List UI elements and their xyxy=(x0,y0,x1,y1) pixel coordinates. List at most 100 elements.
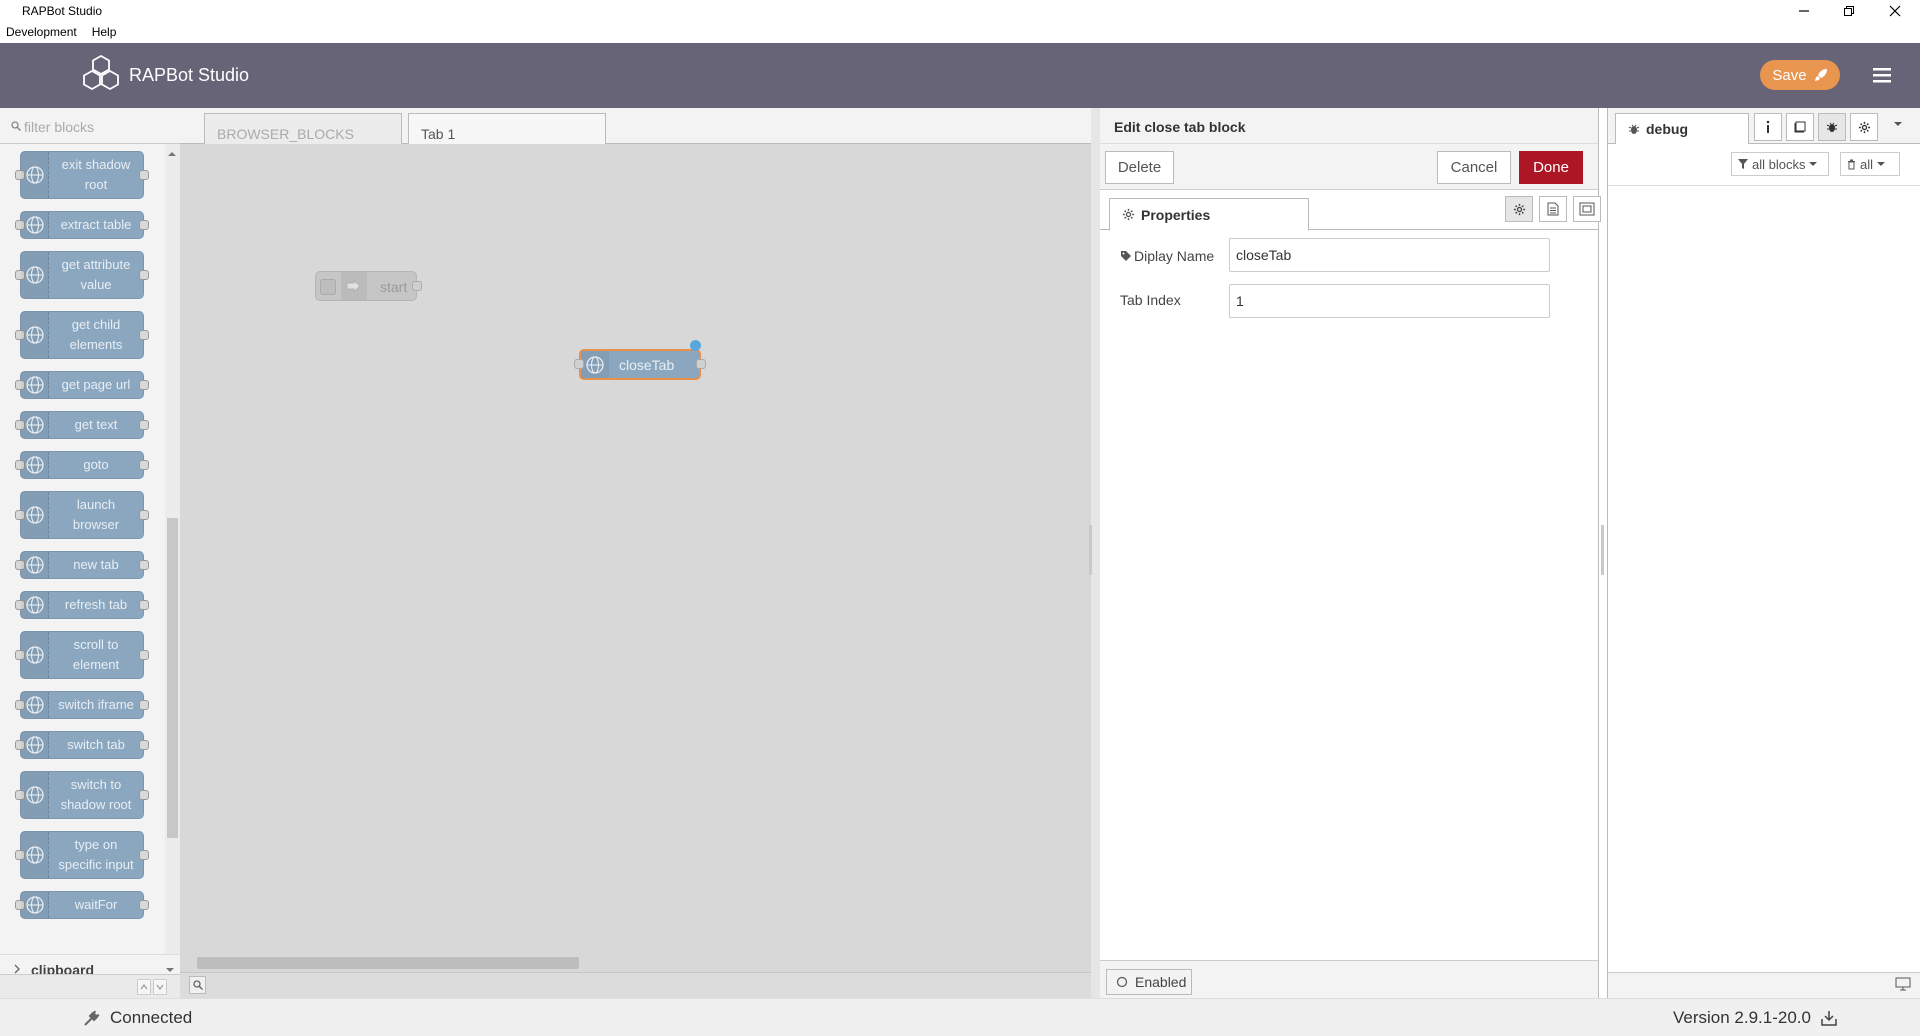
palette-node-label: refresh tab xyxy=(64,597,128,612)
sidebar-resize-handle[interactable] xyxy=(1601,525,1604,575)
menu-help[interactable]: Help xyxy=(92,25,117,39)
window-titlebar: RAPBot Studio Development Help xyxy=(0,0,1920,43)
tab-browser-blocks[interactable]: BROWSER_BLOCKS xyxy=(204,113,402,145)
minimize-button[interactable] xyxy=(1781,0,1827,22)
globe-icon xyxy=(25,556,44,574)
search-flows-button[interactable] xyxy=(189,976,206,994)
tab-label: BROWSER_BLOCKS xyxy=(217,126,354,142)
palette-node-get-page-url[interactable]: get page url xyxy=(15,371,149,399)
palette-filter[interactable]: filter blocks xyxy=(0,108,180,144)
tab-label: Tab 1 xyxy=(421,126,456,142)
palette-node-get-child-elements[interactable]: get child elements xyxy=(15,311,149,359)
editor-resize-handle[interactable] xyxy=(1089,525,1092,575)
expand-all-button[interactable] xyxy=(153,979,167,995)
caret-down-icon xyxy=(1894,122,1902,126)
tab-index-label: Tab Index xyxy=(1120,292,1181,308)
workspace-footer xyxy=(180,972,1091,998)
inject-trigger-button[interactable] xyxy=(320,279,336,295)
open-debug-window-button[interactable] xyxy=(1895,977,1911,991)
palette-node-switch-to-shadow-root[interactable]: switch to shadow root xyxy=(15,771,149,819)
sidebar-tabs: debug xyxy=(1608,108,1920,145)
output-port[interactable] xyxy=(696,359,706,369)
config-tab-button[interactable] xyxy=(1850,113,1878,141)
input-port[interactable] xyxy=(574,359,584,369)
palette-node-label: get attribute value xyxy=(61,257,131,292)
debug-filter-select[interactable]: all blocks xyxy=(1731,152,1829,176)
trash-icon xyxy=(1848,159,1855,169)
help-tab-button[interactable] xyxy=(1786,113,1814,141)
palette-node-label: switch iframe xyxy=(58,697,134,712)
save-button[interactable]: Save xyxy=(1760,60,1840,90)
flow-node-start[interactable]: start xyxy=(315,271,422,301)
palette-node-label: switch to shadow root xyxy=(60,777,132,812)
settings-tab-button[interactable] xyxy=(1505,196,1533,222)
filter-icon xyxy=(1738,159,1748,169)
palette-node-get-attribute-value[interactable]: get attribute value xyxy=(15,251,149,299)
display-name-label-text: Diplay Name xyxy=(1134,248,1215,264)
sidebar-tabs-dropdown[interactable] xyxy=(1893,120,1903,128)
menu-development[interactable]: Development xyxy=(6,25,77,39)
caret-down-icon xyxy=(1877,162,1886,166)
description-tab-button[interactable] xyxy=(1539,196,1567,222)
search-icon xyxy=(192,980,203,990)
delete-button[interactable]: Delete xyxy=(1105,151,1174,184)
palette-list: exit shadow root extract table get attri… xyxy=(0,144,165,954)
info-tab-button[interactable] xyxy=(1754,113,1782,141)
palette-node-type-on-specific-input[interactable]: type on specific input xyxy=(15,831,149,879)
sidebar: debug all blocks all xyxy=(1607,108,1920,998)
appearance-tab-button[interactable] xyxy=(1573,196,1601,222)
clear-debug-select[interactable]: all xyxy=(1840,152,1900,176)
download-icon[interactable] xyxy=(1820,1009,1838,1027)
done-button[interactable]: Done xyxy=(1519,151,1583,184)
workspace-tab-bar: BROWSER_BLOCKS Tab 1 xyxy=(180,108,1091,145)
save-label: Save xyxy=(1772,66,1807,84)
enabled-toggle[interactable]: Enabled xyxy=(1106,969,1192,995)
globe-icon xyxy=(25,166,44,184)
tab-debug[interactable]: debug xyxy=(1615,113,1749,145)
globe-icon xyxy=(25,596,44,614)
restore-button[interactable] xyxy=(1826,0,1872,22)
scroll-up-icon[interactable] xyxy=(166,150,178,158)
palette-node-goto[interactable]: goto xyxy=(15,451,149,479)
palette-node-get-text[interactable]: get text xyxy=(15,411,149,439)
circle-icon xyxy=(1116,976,1128,988)
editor-title: Edit close tab block xyxy=(1100,108,1598,144)
restore-icon xyxy=(1844,6,1854,16)
palette-node-label: new tab xyxy=(73,557,119,572)
collapse-all-button[interactable] xyxy=(137,979,151,995)
book-icon xyxy=(1794,121,1806,133)
gear-icon xyxy=(1122,208,1135,221)
tab-properties[interactable]: Properties xyxy=(1109,198,1309,231)
palette-node-launch-browser[interactable]: launch browser xyxy=(15,491,149,539)
globe-icon xyxy=(25,216,44,234)
palette-node-switch-iframe[interactable]: switch iframe xyxy=(15,691,149,719)
close-window-button[interactable] xyxy=(1872,0,1918,22)
rocket-icon xyxy=(1814,69,1827,81)
hamburger-icon xyxy=(1873,68,1891,83)
changed-indicator-dot xyxy=(690,340,701,351)
output-port[interactable] xyxy=(412,281,422,291)
globe-icon xyxy=(25,266,44,284)
palette-scroll-thumb[interactable] xyxy=(167,518,178,838)
scroll-down-icon[interactable] xyxy=(165,967,175,973)
palette-node-waitfor[interactable]: waitFor xyxy=(15,891,149,919)
palette-node-label: get text xyxy=(74,417,118,432)
canvas-hscroll-thumb[interactable] xyxy=(197,957,579,969)
palette-node-new-tab[interactable]: new tab xyxy=(15,551,149,579)
cancel-button[interactable]: Cancel xyxy=(1437,151,1511,184)
palette-node-exit-shadow-root[interactable]: exit shadow root xyxy=(15,151,149,199)
palette-node-refresh-tab[interactable]: refresh tab xyxy=(15,591,149,619)
palette-node-scroll-to-element[interactable]: scroll to element xyxy=(15,631,149,679)
palette-node-label: get page url xyxy=(61,377,131,392)
flow-canvas[interactable]: start closeTab xyxy=(180,144,1091,954)
palette-node-switch-tab[interactable]: switch tab xyxy=(15,731,149,759)
filter-placeholder: filter blocks xyxy=(24,119,95,135)
main-menu-button[interactable] xyxy=(1870,62,1894,88)
tab-index-input[interactable] xyxy=(1229,284,1550,318)
display-name-input[interactable] xyxy=(1229,238,1550,272)
arrow-right-icon xyxy=(346,278,361,294)
tab-tab-1[interactable]: Tab 1 xyxy=(408,113,606,145)
palette-node-extract-table[interactable]: extract table xyxy=(15,211,149,239)
flow-node-closetab[interactable]: closeTab xyxy=(574,340,706,380)
debug-tab-button[interactable] xyxy=(1818,113,1846,141)
